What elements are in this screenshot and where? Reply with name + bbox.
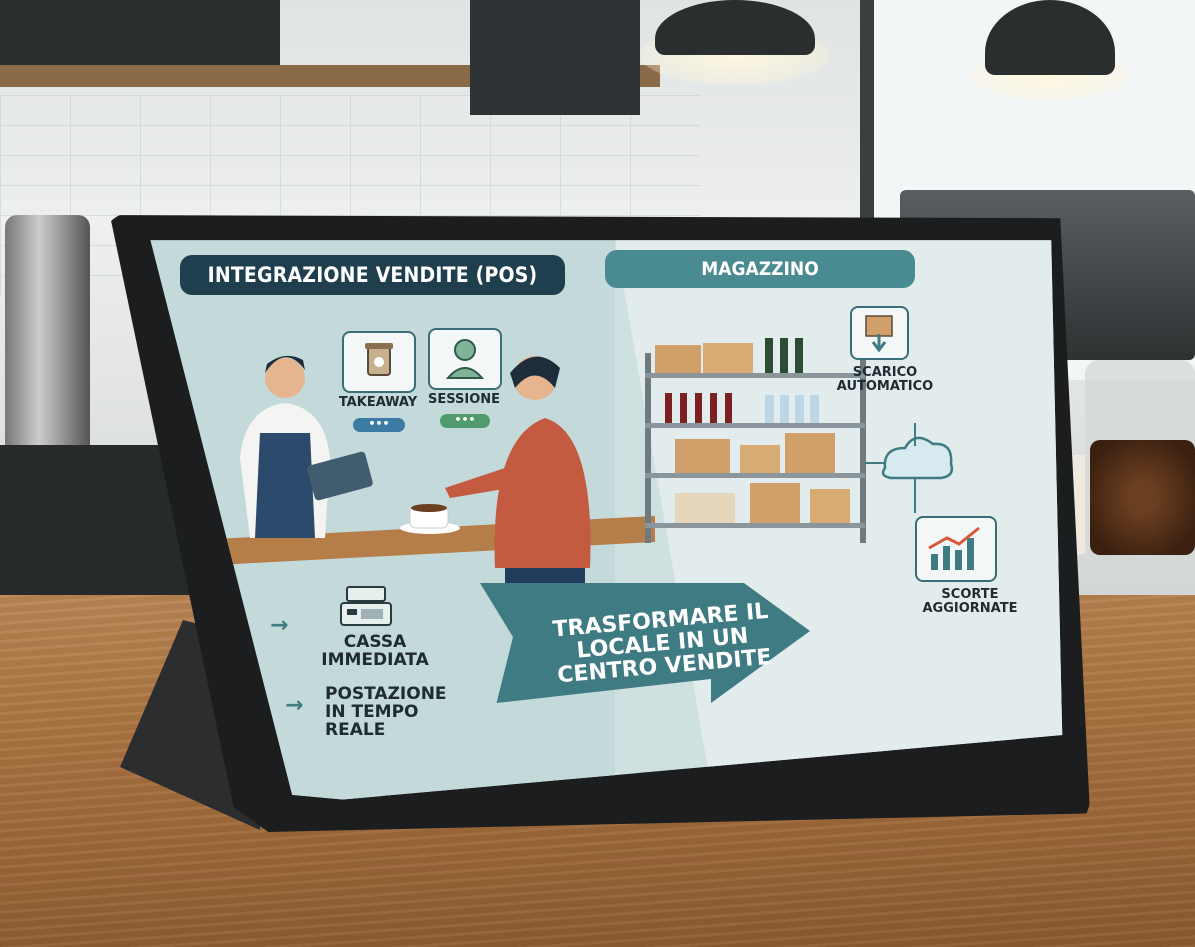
postazione-label: POSTAZIONE IN TEMPO REALE [325,684,447,740]
box-download-icon [865,315,893,353]
arrow-right-icon-2: → [285,693,304,718]
cloud-icon [865,423,954,513]
cassa-immediata-label: CASSA IMMEDIATA [321,632,429,670]
scarico-card [850,306,909,360]
chart-up-icon [928,526,980,570]
cash-register-icon [340,586,392,626]
scorte-label: SCORTE AGGIORNATE [922,587,1018,616]
menu-board-right [470,0,640,115]
pos-title: INTEGRAZIONE VENDITE (POS) [180,255,565,295]
scarico-label: SCARICO AUTOMATICO [836,365,934,394]
coffee-beans [1090,440,1195,555]
menu-board-left [0,0,280,75]
barista-customer-illustration [224,355,655,618]
arrow-right-icon: → [270,613,289,638]
photo-scene: INTEGRAZIONE VENDITE (POS) MAGAZZINO TAK… [0,0,1195,947]
magazzino-title: MAGAZZINO [605,250,915,288]
scorte-card [915,516,997,582]
tablet-screen: INTEGRAZIONE VENDITE (POS) MAGAZZINO TAK… [150,240,1063,800]
coffee-grinder [5,215,90,450]
